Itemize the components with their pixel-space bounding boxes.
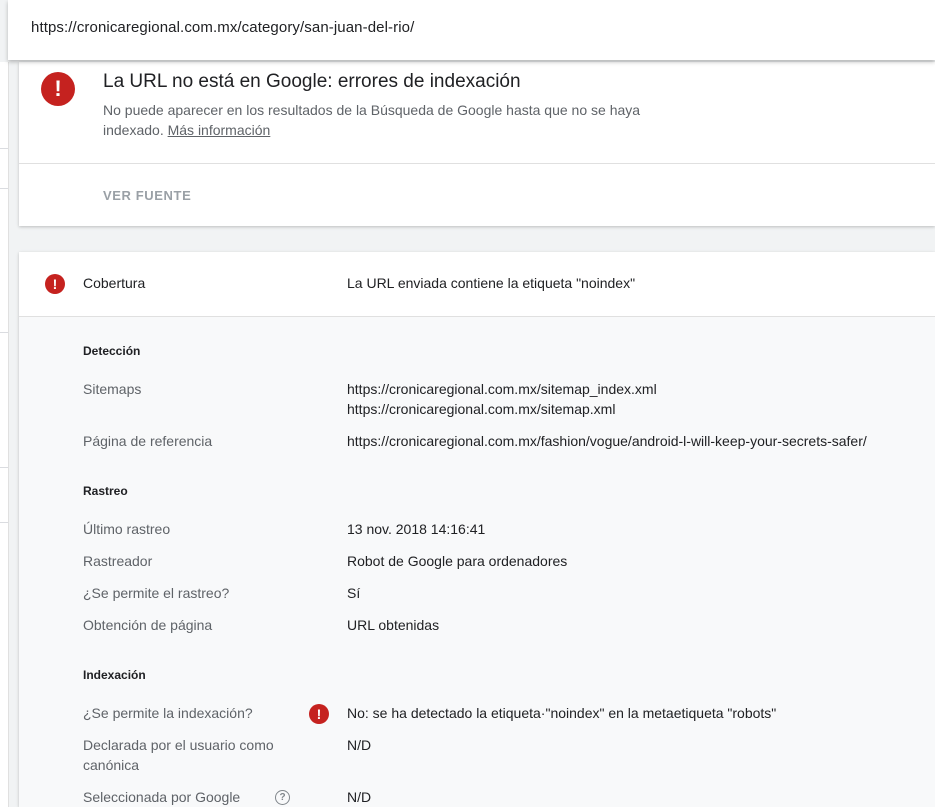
google-canonical-label: Seleccionada por Google <box>83 789 241 805</box>
crawler-label: Rastreador <box>83 553 153 569</box>
coverage-details: Detección Sitemaps https://cronicaregion… <box>19 317 935 807</box>
index-status-description: No puede aparecer en los resultados de l… <box>103 100 693 140</box>
help-icon[interactable]: ? <box>275 790 290 805</box>
left-navigation-edge <box>0 62 9 807</box>
inspected-url[interactable]: https://cronicaregional.com.mx/category/… <box>31 19 414 36</box>
coverage-value: La URL enviada contiene la etiqueta "noi… <box>347 275 636 291</box>
google-canonical-value: N/D <box>347 789 372 805</box>
section-title-detection: Detección <box>83 344 141 358</box>
sitemaps-label: Sitemaps <box>83 381 142 397</box>
section-title-indexing: Indexación <box>83 668 146 682</box>
page-fetch-value: URL obtenidas <box>347 617 440 633</box>
error-icon: ! <box>309 704 329 724</box>
nav-divider <box>0 467 8 468</box>
crawl-allowed-value: Sí <box>347 585 361 601</box>
coverage-card: ! Cobertura La URL enviada contiene la e… <box>19 252 935 807</box>
last-crawl-label: Último rastreo <box>83 521 171 537</box>
more-info-link[interactable]: Más información <box>168 122 271 138</box>
indexing-allowed-value: No: se ha detectado la etiqueta·"noindex… <box>347 705 777 721</box>
inspected-url-bar: https://cronicaregional.com.mx/category/… <box>8 0 935 60</box>
index-status-title: La URL no está en Google: errores de ind… <box>103 71 521 92</box>
last-crawl-value: 13 nov. 2018 14:16:41 <box>347 521 486 537</box>
user-canonical-value: N/D <box>347 737 372 753</box>
page-fetch-label: Obtención de página <box>83 617 213 633</box>
nav-divider <box>0 188 8 189</box>
crawl-allowed-label: ¿Se permite el rastreo? <box>83 585 230 601</box>
sitemap-link[interactable]: https://cronicaregional.com.mx/sitemap_i… <box>347 379 657 399</box>
view-source-button[interactable]: VER FUENTE <box>103 188 191 203</box>
card-divider <box>19 163 935 164</box>
coverage-header[interactable]: ! Cobertura La URL enviada contiene la e… <box>19 252 935 317</box>
referring-page-link[interactable]: https://cronicaregional.com.mx/fashion/v… <box>347 431 867 451</box>
indexing-allowed-label: ¿Se permite la indexación? <box>83 705 253 721</box>
error-icon: ! <box>41 72 75 106</box>
user-canonical-label: Declarada por el usuario como canónica <box>83 737 274 773</box>
nav-divider <box>0 332 8 333</box>
error-icon: ! <box>45 274 65 294</box>
sitemap-link[interactable]: https://cronicaregional.com.mx/sitemap.x… <box>347 399 615 419</box>
nav-divider <box>0 148 8 149</box>
referring-page-label: Página de referencia <box>83 433 213 449</box>
crawler-value: Robot de Google para ordenadores <box>347 553 568 569</box>
index-status-card: ! La URL no está en Google: errores de i… <box>19 62 935 226</box>
coverage-label: Cobertura <box>83 275 146 291</box>
section-title-crawl: Rastreo <box>83 484 128 498</box>
nav-divider <box>0 522 8 523</box>
